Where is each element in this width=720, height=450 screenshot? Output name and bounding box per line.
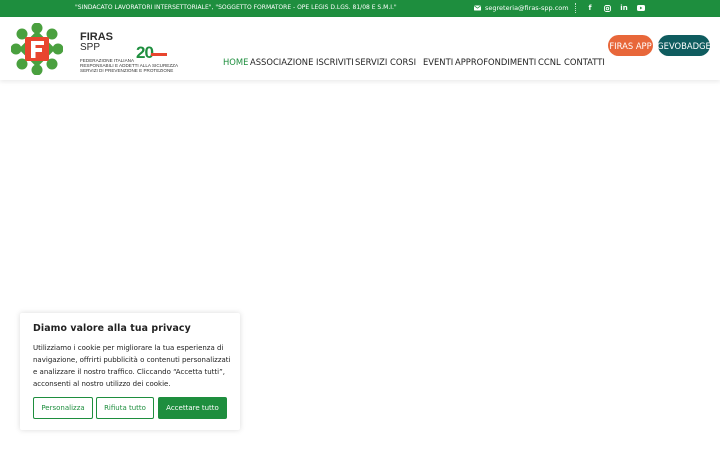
site-logo[interactable]: FIRAS SPP 20 FEDERAZIONE ITALIANA RESPON…	[11, 23, 178, 75]
cookie-accept-button[interactable]: Accettare tutto	[158, 397, 227, 419]
linkedin-icon[interactable]: in	[619, 3, 629, 13]
instagram-icon[interactable]	[602, 3, 612, 13]
site-header: FIRAS SPP 20 FEDERAZIONE ITALIANA RESPON…	[0, 17, 720, 80]
top-bar: "SINDACATO LAVORATORI INTERSETTORIALE", …	[0, 0, 720, 17]
cookie-customize-button[interactable]: Personalizza	[33, 397, 93, 419]
youtube-icon[interactable]	[636, 3, 646, 13]
cookie-title: Diamo valore alla tua privacy	[33, 323, 191, 334]
nav-approfondimenti[interactable]: APPROFONDIMENTI	[455, 57, 536, 67]
anniversary-ribbon-icon	[151, 53, 167, 56]
tagline: "SINDACATO LAVORATORI INTERSETTORIALE", …	[75, 4, 397, 11]
cookie-text: Utilizziamo i cookie per migliorare la t…	[33, 344, 231, 388]
email-text: segreteria@firas-spp.com	[485, 4, 569, 12]
nav-servizi[interactable]: SERVIZI	[355, 57, 387, 67]
email-link[interactable]: segreteria@firas-spp.com	[474, 4, 569, 12]
nav-corsi[interactable]: CORSI	[390, 57, 416, 67]
logo-line-3: SERVIZI DI PREVENZIONE E PROTEZIONE	[80, 68, 174, 73]
logo-name: FIRAS	[80, 31, 113, 43]
logo-sub: SPP	[80, 42, 101, 53]
gevobadge-button[interactable]: GEVOBADGE	[657, 35, 711, 56]
cookie-consent-banner: Diamo valore alla tua privacy Utilizziam…	[20, 313, 240, 430]
top-bar-separator	[575, 3, 576, 13]
nav-home[interactable]: HOME	[223, 57, 248, 67]
firas-app-button[interactable]: FIRAS APP	[608, 35, 653, 56]
nav-contatti[interactable]: CONTATTI	[564, 57, 605, 67]
nav-iscriviti[interactable]: ISCRIVITI	[316, 57, 354, 67]
nav-ccnl[interactable]: CCNL	[538, 57, 561, 67]
nav-eventi[interactable]: EVENTI	[423, 57, 453, 67]
cookie-reject-button[interactable]: Rifiuta tutto	[96, 397, 154, 419]
envelope-icon	[474, 5, 481, 11]
facebook-icon[interactable]: f	[585, 3, 595, 13]
firas-emblem-icon	[11, 23, 63, 75]
nav-associazione[interactable]: ASSOCIAZIONE	[250, 57, 313, 67]
